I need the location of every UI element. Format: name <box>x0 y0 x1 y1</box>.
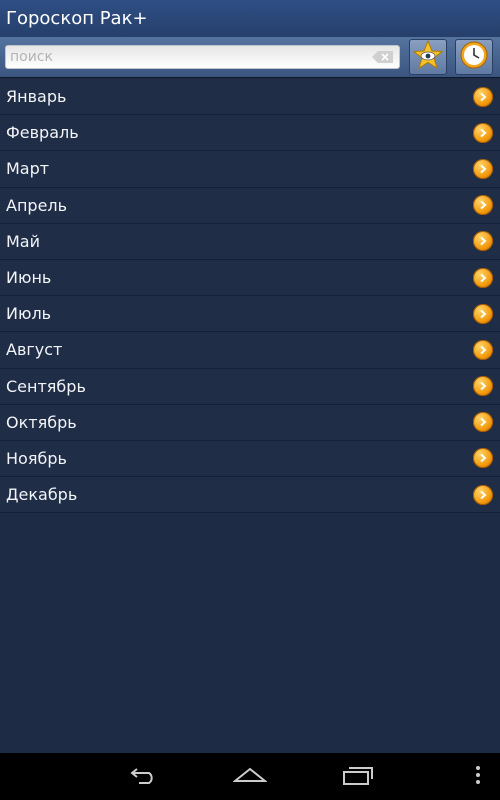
month-label: Октябрь <box>6 412 77 432</box>
chevron-right-icon[interactable] <box>473 158 493 179</box>
chevron-right-icon[interactable] <box>473 267 493 288</box>
search-box[interactable] <box>5 45 400 69</box>
title-bar: Гороскоп Рак+ <box>0 0 500 37</box>
month-label: Июль <box>6 304 52 324</box>
chevron-right-icon[interactable] <box>473 484 493 505</box>
recents-icon <box>341 764 375 790</box>
home-icon <box>232 765 268 789</box>
time-button[interactable] <box>455 39 493 75</box>
home-button[interactable] <box>232 763 268 791</box>
clock-icon <box>459 40 489 74</box>
month-label: Ноябрь <box>6 448 67 468</box>
back-button[interactable] <box>126 763 162 791</box>
chevron-right-icon[interactable] <box>473 448 493 469</box>
list-item[interactable]: Сентябрь <box>0 368 500 405</box>
chevron-right-icon[interactable] <box>473 231 493 252</box>
system-navigation-bar <box>0 753 500 800</box>
chevron-right-icon[interactable] <box>473 86 493 107</box>
list-item[interactable]: Август <box>0 332 500 369</box>
month-label: Май <box>6 231 41 251</box>
overflow-menu-button[interactable] <box>470 763 486 791</box>
chevron-right-icon[interactable] <box>473 376 493 397</box>
chevron-right-icon[interactable] <box>473 122 493 143</box>
chevron-right-icon[interactable] <box>473 339 493 360</box>
list-item[interactable]: Март <box>0 151 500 188</box>
month-label: Март <box>6 159 50 179</box>
month-label: Декабрь <box>6 485 78 505</box>
list-item[interactable]: Май <box>0 223 500 260</box>
clear-text-icon[interactable] <box>371 50 395 64</box>
list-item[interactable]: Ноябрь <box>0 440 500 478</box>
star-eye-icon <box>412 39 444 74</box>
list-item[interactable]: Октябрь <box>0 404 500 441</box>
month-label: Июнь <box>6 268 52 288</box>
chevron-right-icon[interactable] <box>473 412 493 433</box>
back-icon <box>129 765 159 789</box>
month-label: Август <box>6 340 63 360</box>
search-toolbar <box>0 37 500 78</box>
month-label: Февраль <box>6 123 79 143</box>
list-item[interactable]: Июль <box>0 296 500 333</box>
list-item[interactable]: Апрель <box>0 187 500 224</box>
app-title: Гороскоп Рак+ <box>6 8 148 29</box>
chevron-right-icon[interactable] <box>473 303 493 324</box>
month-label: Январь <box>6 87 67 107</box>
chevron-right-icon[interactable] <box>473 195 493 216</box>
month-label: Апрель <box>6 195 68 215</box>
list-item[interactable]: Февраль <box>0 115 500 152</box>
list-item[interactable]: Январь <box>0 79 500 116</box>
month-list: Январь Февраль Март Апрель Май Июнь Июль Август… <box>0 79 500 514</box>
search-input[interactable] <box>6 46 371 68</box>
month-label: Сентябрь <box>6 376 86 396</box>
favorites-button[interactable] <box>409 39 447 75</box>
recents-button[interactable] <box>340 763 376 791</box>
overflow-menu-icon <box>475 765 481 789</box>
list-item[interactable]: Декабрь <box>0 477 500 514</box>
list-item[interactable]: Июнь <box>0 259 500 297</box>
